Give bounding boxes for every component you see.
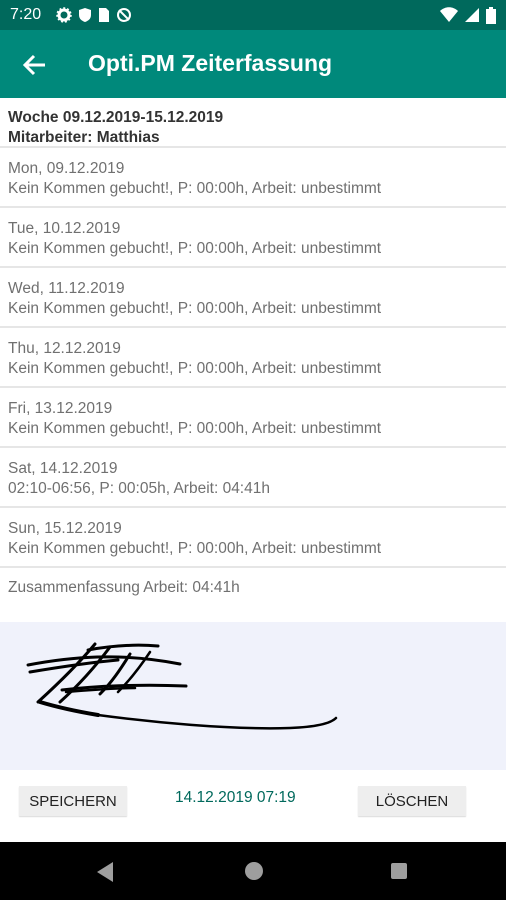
- day-row-sun[interactable]: Sun, 15.12.2019 Kein Kommen gebucht!, P:…: [0, 508, 506, 568]
- shield-icon: [79, 8, 91, 22]
- recents-square-icon[interactable]: [390, 862, 408, 880]
- arrow-back-icon: [22, 54, 45, 76]
- work-summary: Zusammenfassung Arbeit: 04:41h: [8, 579, 240, 596]
- status-bar: 7:20: [0, 0, 506, 30]
- app-title: Opti.PM Zeiterfassung: [88, 50, 333, 76]
- signature-stroke: [26, 642, 338, 730]
- day-detail: Kein Kommen gebucht!, P: 00:00h, Arbeit:…: [8, 300, 382, 317]
- day-date: Sat, 14.12.2019: [8, 460, 118, 477]
- home-circle-icon[interactable]: [243, 860, 265, 882]
- wifi-icon: [440, 7, 458, 22]
- back-button[interactable]: [20, 50, 50, 80]
- delete-button[interactable]: LÖSCHEN: [358, 786, 466, 816]
- app-bar: Opti.PM Zeiterfassung: [0, 30, 506, 98]
- day-row-sat[interactable]: Sat, 14.12.2019 02:10-06:56, P: 00:05h, …: [0, 448, 506, 508]
- battery-icon: [486, 6, 496, 24]
- status-left-icons: [56, 6, 132, 24]
- day-detail: Kein Kommen gebucht!, P: 00:00h, Arbeit:…: [8, 240, 382, 257]
- sim-card-icon: [99, 8, 109, 22]
- footer-bar: SPEICHERN 14.12.2019 07:19 LÖSCHEN: [0, 770, 506, 842]
- day-detail: Kein Kommen gebucht!, P: 00:00h, Arbeit:…: [8, 360, 382, 377]
- day-detail: Kein Kommen gebucht!, P: 00:00h, Arbeit:…: [8, 540, 382, 557]
- week-overview: Woche 09.12.2019-15.12.2019 Mitarbeiter:…: [0, 98, 506, 608]
- employee-name: Mitarbeiter: Matthias: [8, 129, 160, 146]
- status-right-icons: [440, 6, 496, 24]
- week-range: Woche 09.12.2019-15.12.2019: [8, 109, 224, 126]
- day-date: Tue, 10.12.2019: [8, 220, 121, 237]
- day-date: Wed, 11.12.2019: [8, 280, 125, 297]
- day-row-fri[interactable]: Fri, 13.12.2019 Kein Kommen gebucht!, P:…: [0, 388, 506, 448]
- day-row-wed[interactable]: Wed, 11.12.2019 Kein Kommen gebucht!, P:…: [0, 268, 506, 328]
- signal-icon: [465, 8, 479, 22]
- day-row-tue[interactable]: Tue, 10.12.2019 Kein Kommen gebucht!, P:…: [0, 208, 506, 268]
- day-date: Mon, 09.12.2019: [8, 160, 125, 177]
- day-detail: 02:10-06:56, P: 00:05h, Arbeit: 04:41h: [8, 480, 270, 497]
- back-triangle-icon[interactable]: [95, 861, 115, 883]
- signature-pad[interactable]: [0, 622, 506, 770]
- day-date: Thu, 12.12.2019: [8, 340, 121, 357]
- save-button[interactable]: SPEICHERN: [19, 786, 127, 816]
- week-header: Woche 09.12.2019-15.12.2019 Mitarbeiter:…: [0, 98, 506, 148]
- settings-icon: [56, 7, 72, 23]
- system-nav-bar: [0, 842, 506, 900]
- day-detail: Kein Kommen gebucht!, P: 00:00h, Arbeit:…: [8, 180, 382, 197]
- day-detail: Kein Kommen gebucht!, P: 00:00h, Arbeit:…: [8, 420, 382, 437]
- day-date: Fri, 13.12.2019: [8, 400, 113, 417]
- signature-timestamp: 14.12.2019 07:19: [175, 789, 296, 806]
- no-sync-icon: [117, 8, 131, 22]
- day-date: Sun, 15.12.2019: [8, 520, 122, 537]
- status-time: 7:20: [10, 6, 42, 23]
- day-row-mon[interactable]: Mon, 09.12.2019 Kein Kommen gebucht!, P:…: [0, 148, 506, 208]
- day-row-thu[interactable]: Thu, 12.12.2019 Kein Kommen gebucht!, P:…: [0, 328, 506, 388]
